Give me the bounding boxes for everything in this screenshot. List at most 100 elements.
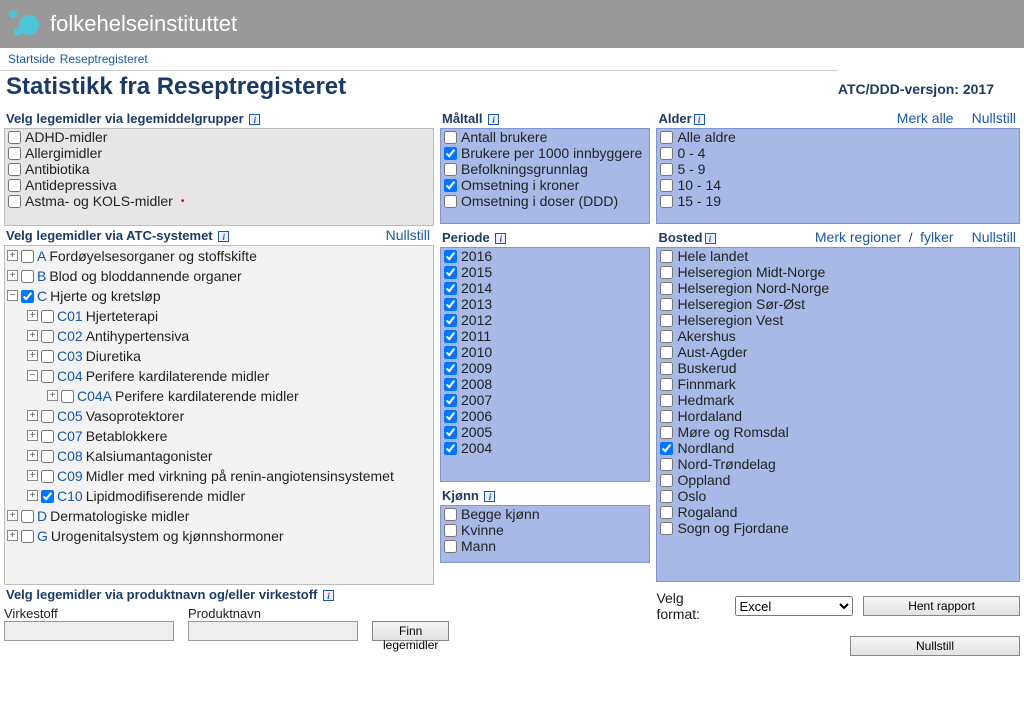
find-drugs-button[interactable]: Finn legemidler [372,621,449,641]
checkbox[interactable] [41,470,54,483]
bosted-item[interactable]: Helseregion Vest [657,312,1019,328]
plus-icon[interactable]: + [27,450,38,461]
checkbox[interactable] [444,426,457,439]
checkbox[interactable] [660,298,673,311]
listbox-maltall[interactable]: Antall brukereBrukere per 1000 innbygger… [440,128,650,224]
plus-icon[interactable]: + [27,350,38,361]
info-icon[interactable]: i [694,114,705,125]
checkbox[interactable] [660,362,673,375]
bosted-item[interactable]: Oslo [657,488,1019,504]
periode-item[interactable]: 2011 [441,328,649,344]
checkbox[interactable] [8,147,21,160]
atc-node[interactable]: +C01Hjerteterapi [25,306,433,326]
checkbox[interactable] [21,510,34,523]
checkbox[interactable] [444,266,457,279]
grupper-item[interactable]: Astma- og KOLS-midler• [5,193,433,209]
checkbox[interactable] [444,131,457,144]
atc-node[interactable]: +GUrogenitalsystem og kjønnshormoner [5,526,433,546]
kjonn-item[interactable]: Kvinne [441,522,649,538]
plus-icon[interactable]: + [27,310,38,321]
reset-alder-link[interactable]: Nullstill [972,110,1016,126]
alder-item[interactable]: Alle aldre [657,129,1019,145]
hent-rapport-button[interactable]: Hent rapport [863,596,1020,616]
plus-icon[interactable]: + [7,270,18,281]
maltall-item[interactable]: Antall brukere [441,129,649,145]
atc-node[interactable]: −CHjerte og kretsløp [5,286,433,306]
reset-atc-link[interactable]: Nullstill [386,227,430,243]
checkbox[interactable] [8,195,21,208]
alder-item[interactable]: 15 - 19 [657,193,1019,209]
checkbox[interactable] [444,179,457,192]
produktnavn-input[interactable] [188,621,358,641]
atc-node[interactable]: +DDermatologiske midler [5,506,433,526]
info-icon[interactable]: i [249,114,260,125]
checkbox[interactable] [444,442,457,455]
reset-all-button[interactable]: Nullstill [850,636,1020,656]
checkbox[interactable] [660,426,673,439]
checkbox[interactable] [41,450,54,463]
checkbox[interactable] [21,290,34,303]
checkbox[interactable] [444,346,457,359]
checkbox[interactable] [41,410,54,423]
checkbox[interactable] [660,147,673,160]
breadcrumb-startside[interactable]: Startside [8,52,55,66]
listbox-bosted[interactable]: Hele landetHelseregion Midt-Norge Helsere… [656,247,1020,582]
plus-icon[interactable]: + [27,430,38,441]
bosted-item[interactable]: Rogaland [657,504,1019,520]
checkbox[interactable] [660,522,673,535]
checkbox[interactable] [444,410,457,423]
checkbox[interactable] [660,282,673,295]
plus-icon[interactable]: + [27,490,38,501]
checkbox[interactable] [444,540,457,553]
bosted-item[interactable]: Buskerud [657,360,1019,376]
bosted-item[interactable]: Hedmark [657,392,1019,408]
maltall-item[interactable]: Omsetning i doser (DDD) [441,193,649,209]
bosted-item[interactable]: Helseregion Midt-Norge [657,264,1019,280]
merk-regioner-link[interactable]: Merk regioner [815,229,901,245]
plus-icon[interactable]: + [7,510,18,521]
checkbox[interactable] [41,350,54,363]
checkbox[interactable] [8,179,21,192]
checkbox[interactable] [660,195,673,208]
checkbox[interactable] [660,163,673,176]
checkbox[interactable] [660,410,673,423]
plus-icon[interactable]: + [27,410,38,421]
atc-node[interactable]: +C04APerifere kardilaterende midler [45,386,433,406]
checkbox[interactable] [41,430,54,443]
grupper-item[interactable]: Antibiotika [5,161,433,177]
periode-item[interactable]: 2013 [441,296,649,312]
merk-fylker-link[interactable]: fylker [920,229,953,245]
checkbox[interactable] [61,390,74,403]
bosted-item[interactable]: Hordaland [657,408,1019,424]
bosted-item[interactable]: Møre og Romsdal [657,424,1019,440]
periode-item[interactable]: 2007 [441,392,649,408]
checkbox[interactable] [41,490,54,503]
atc-node[interactable]: +C05Vasoprotektorer [25,406,433,426]
checkbox[interactable] [660,250,673,263]
checkbox[interactable] [444,163,457,176]
kjonn-item[interactable]: Begge kjønn [441,506,649,522]
atc-node[interactable]: +C07Betablokkere [25,426,433,446]
checkbox[interactable] [660,266,673,279]
atc-node[interactable]: +AFordøyelsesorganer og stoffskifte [5,246,433,266]
breadcrumb-resept[interactable]: Reseptregisteret [60,52,148,66]
periode-item[interactable]: 2006 [441,408,649,424]
plus-icon[interactable]: + [27,470,38,481]
checkbox[interactable] [444,195,457,208]
info-icon[interactable]: i [495,233,506,244]
checkbox[interactable] [660,490,673,503]
checkbox[interactable] [660,458,673,471]
plus-icon[interactable]: + [27,330,38,341]
alder-item[interactable]: 10 - 14 [657,177,1019,193]
listbox-alder[interactable]: Alle aldre0 - 45 - 910 - 1415 - 19 [656,128,1020,224]
atc-node[interactable]: +BBlod og bloddannende organer [5,266,433,286]
checkbox[interactable] [660,378,673,391]
checkbox[interactable] [8,131,21,144]
periode-item[interactable]: 2015 [441,264,649,280]
minus-icon[interactable]: − [27,370,38,381]
grupper-item[interactable]: Antidepressiva [5,177,433,193]
checkbox[interactable] [444,250,457,263]
bosted-item[interactable]: Hele landet [657,248,1019,264]
atc-node[interactable]: −C04Perifere kardilaterende midler [25,366,433,386]
maltall-item[interactable]: Brukere per 1000 innbyggere [441,145,649,161]
